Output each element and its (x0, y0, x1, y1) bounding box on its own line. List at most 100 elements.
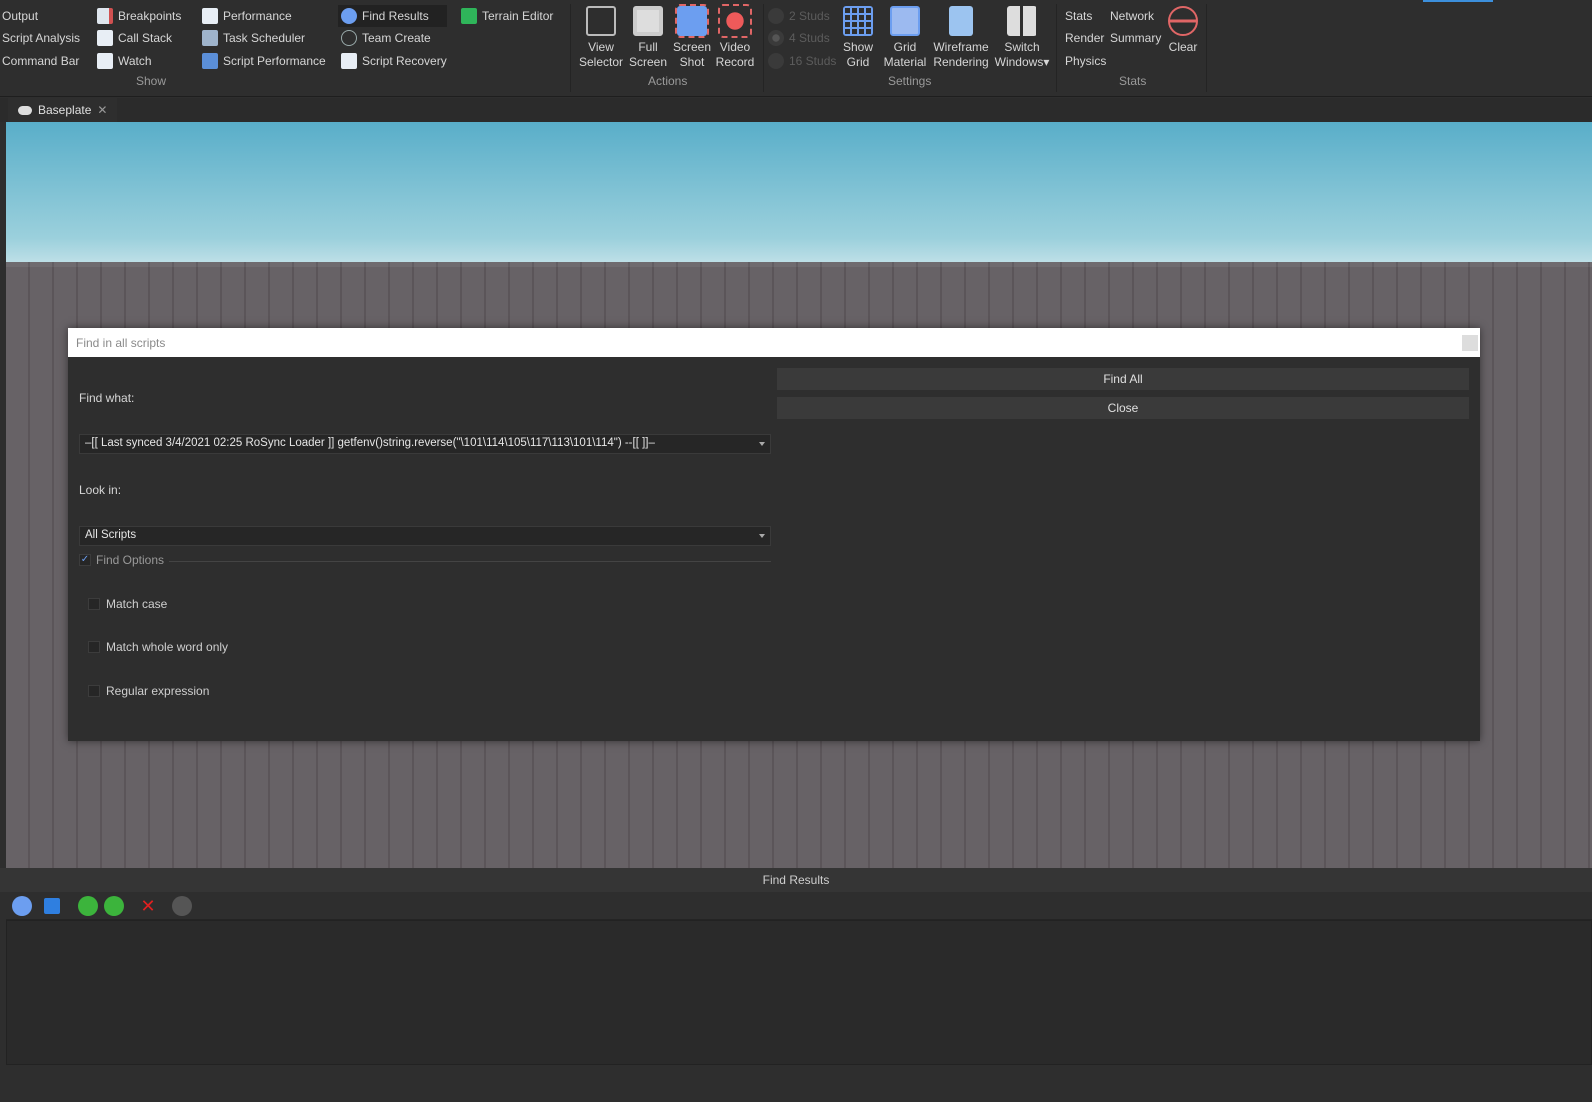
label: Match whole word only (106, 640, 229, 654)
physics-button[interactable]: Physics (1065, 51, 1106, 71)
record-icon (718, 4, 752, 38)
checkbox-icon[interactable] (88, 598, 100, 610)
divider (763, 4, 764, 92)
show-group-label: Show (136, 74, 167, 88)
label: Team Create (362, 31, 431, 45)
label: Network (1110, 9, 1155, 23)
tab-label: Baseplate (38, 103, 92, 117)
close-button[interactable]: Close (777, 397, 1469, 419)
label: Find Results (362, 9, 429, 23)
task-scheduler-button[interactable]: Task Scheduler (202, 28, 305, 48)
view-selector-button[interactable]: View Selector (578, 6, 624, 70)
label: Grid Material (883, 40, 927, 69)
16-studs-radio[interactable]: 16 Studs (768, 51, 836, 71)
wireframe-rendering-button[interactable]: Wireframe Rendering (932, 6, 990, 70)
label: Wireframe Rendering (933, 40, 989, 69)
performance-button[interactable]: Performance (202, 6, 292, 26)
full-screen-button[interactable]: Full Screen (628, 6, 668, 70)
video-record-button[interactable]: Video Record (715, 4, 755, 70)
label: Regular expression (106, 684, 210, 698)
label: Watch (118, 54, 152, 68)
divider (1206, 4, 1207, 92)
checkbox-icon[interactable] (88, 641, 100, 653)
render-button[interactable]: Render (1065, 28, 1104, 48)
label: Switch Windows▾ (994, 40, 1050, 69)
4-studs-radio[interactable]: 4 Studs (768, 28, 830, 48)
grid-material-button[interactable]: Grid Material (882, 6, 928, 70)
label: View Selector (578, 40, 624, 69)
breakpoints-button[interactable]: Breakpoints (97, 6, 181, 26)
label: Screen Shot (672, 40, 712, 69)
call-stack-icon (97, 30, 113, 46)
next-arrow-icon[interactable] (104, 896, 124, 916)
watch-button[interactable]: Watch (97, 51, 152, 71)
close-tab-icon[interactable]: ✕ (97, 103, 107, 117)
2-studs-radio[interactable]: 2 Studs (768, 6, 830, 26)
look-in-select[interactable]: All Scripts (79, 526, 771, 546)
label: Command Bar (2, 54, 80, 68)
screenshot-button[interactable]: Screen Shot (672, 4, 712, 70)
windows-icon (1007, 6, 1037, 36)
label: Script Performance (223, 54, 326, 68)
find-results-toolbar: ✕ (6, 892, 1592, 920)
match-case-checkbox[interactable]: Match case (88, 597, 167, 611)
checkbox-checked-icon[interactable]: ✓ (79, 554, 91, 566)
find-in-all-scripts-dialog: Find in all scripts Find what: –[[ Last … (68, 328, 1480, 741)
label: Performance (223, 9, 292, 23)
checkbox-icon[interactable] (88, 685, 100, 697)
radio-icon (768, 30, 784, 46)
label: 4 Studs (789, 31, 830, 45)
label: Show Grid (842, 40, 874, 69)
ribbon: Output Script Analysis Command Bar Break… (0, 0, 1592, 97)
label: Stats (1065, 9, 1093, 23)
binoculars-icon[interactable] (12, 896, 32, 916)
team-create-icon (341, 30, 357, 46)
terrain-editor-button[interactable]: Terrain Editor (461, 6, 553, 26)
stats-button[interactable]: Stats (1065, 6, 1092, 26)
settings-group-label: Settings (888, 74, 932, 88)
wireframe-icon (949, 6, 973, 36)
show-grid-button[interactable]: Show Grid (838, 6, 878, 70)
find-all-button[interactable]: Find All (777, 368, 1469, 390)
summary-button[interactable]: Summary (1110, 28, 1161, 48)
undo-icon[interactable] (44, 898, 60, 914)
find-what-input[interactable]: –[[ Last synced 3/4/2021 02:25 RoSync Lo… (79, 434, 771, 454)
view-selector-icon (586, 6, 616, 36)
stop-icon[interactable] (172, 896, 192, 916)
find-what-value: –[[ Last synced 3/4/2021 02:25 RoSync Lo… (85, 437, 655, 449)
delete-x-icon[interactable]: ✕ (138, 896, 158, 916)
label: Output (2, 9, 39, 23)
script-analysis-button[interactable]: Script Analysis (2, 28, 80, 48)
switch-windows-button[interactable]: Switch Windows▾ (994, 6, 1050, 70)
watch-icon (97, 53, 113, 69)
regular-expression-checkbox[interactable]: Regular expression (88, 684, 209, 698)
call-stack-button[interactable]: Call Stack (97, 28, 172, 48)
status-bar (0, 1066, 1592, 1102)
radio-icon (768, 53, 784, 69)
tab-baseplate[interactable]: Baseplate ✕ (8, 98, 118, 122)
find-what-label: Find what: (79, 391, 135, 405)
match-whole-word-checkbox[interactable]: Match whole word only (88, 640, 228, 654)
find-options-toggle[interactable]: ✓ Find Options (79, 553, 771, 567)
find-results-button[interactable]: Find Results (338, 5, 447, 27)
terrain-icon (461, 8, 477, 24)
team-create-button[interactable]: Team Create (341, 28, 431, 48)
label: Task Scheduler (223, 31, 306, 45)
chevron-down-icon[interactable] (759, 534, 765, 538)
label: 16 Studs (789, 54, 837, 68)
divider (1056, 4, 1057, 92)
label: Call Stack (118, 31, 173, 45)
network-button[interactable]: Network (1110, 6, 1154, 26)
output-button[interactable]: Output (2, 6, 38, 26)
command-bar-button[interactable]: Command Bar (2, 51, 79, 71)
script-performance-icon (202, 53, 218, 69)
clear-button[interactable]: Clear (1165, 6, 1201, 55)
find-results-title: Find Results (0, 868, 1592, 892)
find-results-list[interactable] (6, 920, 1592, 1065)
chevron-down-icon[interactable] (759, 442, 765, 446)
script-recovery-button[interactable]: Script Recovery (341, 51, 447, 71)
dialog-close-icon[interactable] (1462, 335, 1478, 351)
camera-icon (675, 4, 709, 38)
previous-arrow-icon[interactable] (78, 896, 98, 916)
script-performance-button[interactable]: Script Performance (202, 51, 326, 71)
